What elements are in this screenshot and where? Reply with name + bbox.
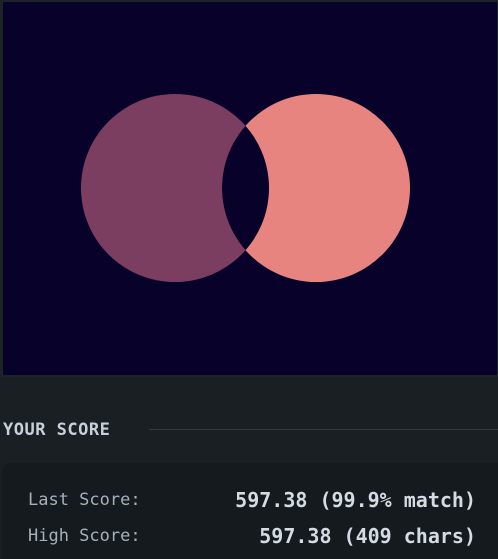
target-canvas	[3, 2, 497, 375]
last-score-value: 597.38 (99.9% match)	[235, 488, 476, 512]
last-score-label: Last Score:	[28, 490, 141, 510]
score-header: YOUR SCORE	[3, 417, 498, 443]
score-title: YOUR SCORE	[3, 420, 111, 440]
high-score-row: High Score: 597.38 (409 chars)	[28, 521, 476, 551]
high-score-label: High Score:	[28, 526, 141, 546]
last-score-row: Last Score: 597.38 (99.9% match)	[28, 485, 476, 515]
score-card: Last Score: 597.38 (99.9% match) High Sc…	[2, 463, 498, 559]
high-score-value: 597.38 (409 chars)	[259, 524, 476, 548]
target-canvas-frame	[0, 0, 498, 377]
score-divider	[149, 429, 498, 430]
